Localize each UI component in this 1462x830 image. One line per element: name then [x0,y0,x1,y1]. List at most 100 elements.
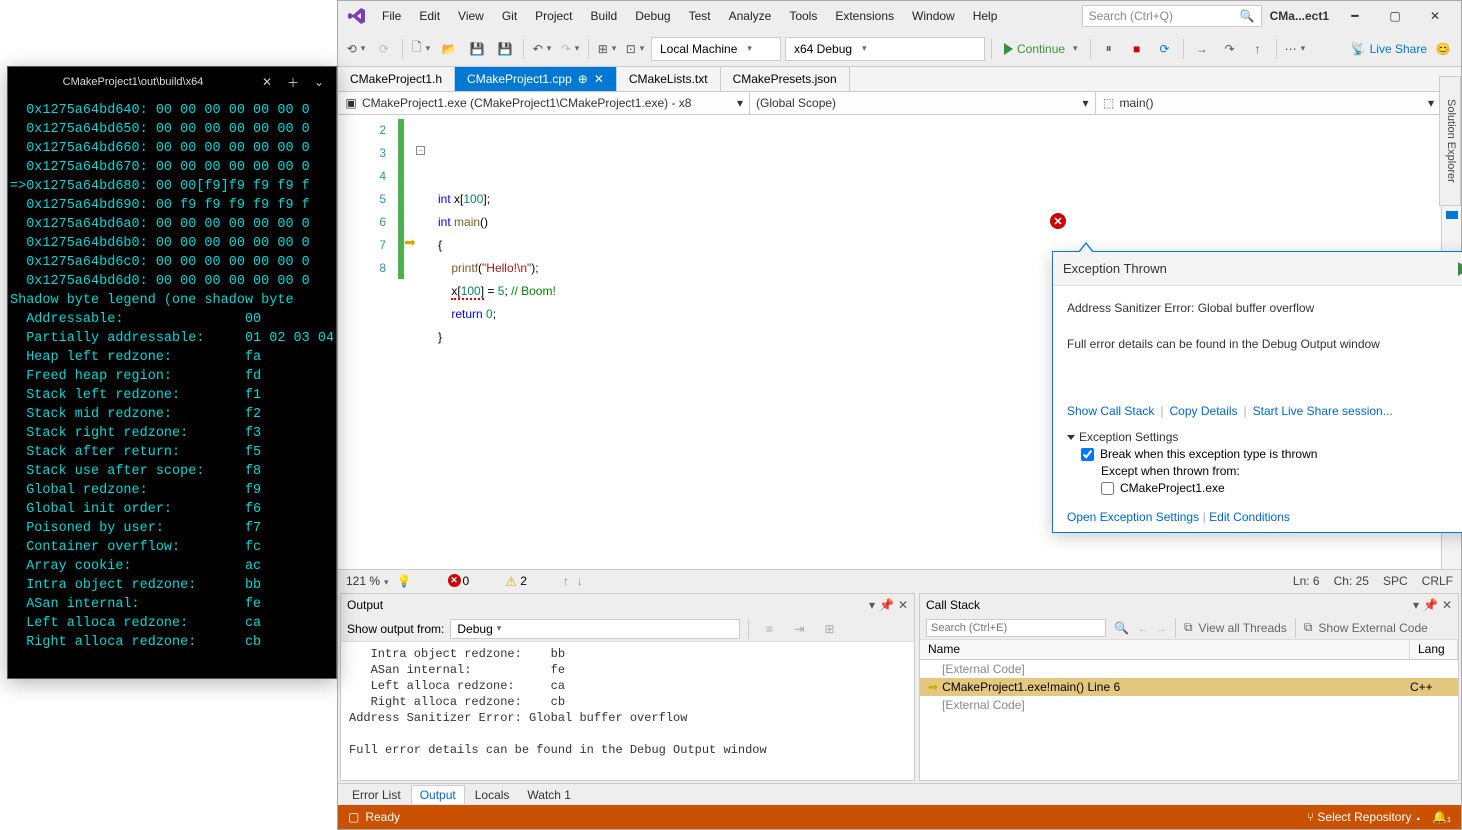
panel-close-icon[interactable]: ✕ [898,598,908,612]
process-combo[interactable]: ⋯ [1283,37,1308,61]
menu-edit[interactable]: Edit [411,6,448,26]
menu-tools[interactable]: Tools [781,6,825,26]
nav-member-combo[interactable]: ⬚ main()▾ [1096,92,1442,114]
nav-scope-combo[interactable]: (Global Scope)▾ [750,92,1096,114]
new-item-button[interactable]: 🗋 [409,37,433,61]
callstack-row[interactable]: [External Code] [920,660,1458,678]
step-out-button[interactable]: ↑ [1246,37,1270,61]
menu-debug[interactable]: Debug [627,6,678,26]
output-text[interactable]: Intra object redzone: bb ASan internal: … [341,642,914,780]
doc-tab[interactable]: CMakeProject1.cpp ⊕ ✕ [455,67,617,91]
save-button[interactable]: 💾 [465,37,489,61]
show-external-button[interactable]: Show External Code [1318,621,1427,635]
zoom-combo[interactable]: 121 % [346,574,389,588]
exception-settings-header[interactable]: Exception Settings [1067,430,1462,444]
collapse-icon[interactable]: − [416,146,425,155]
output-wrap-icon[interactable]: ⇥ [787,617,811,641]
menu-analyze[interactable]: Analyze [721,6,780,26]
launch-targets-button[interactable]: ⊞ [595,37,619,61]
menu-git[interactable]: Git [494,6,525,26]
callstack-row[interactable]: [External Code] [920,696,1458,714]
undo-button[interactable]: ↶ [530,37,554,61]
edit-conditions-link[interactable]: Edit Conditions [1209,510,1290,524]
copy-details-link[interactable]: Copy Details [1170,404,1238,418]
menu-project[interactable]: Project [527,6,580,26]
pin-icon[interactable]: 📌 [879,598,894,612]
close-button[interactable]: ✕ [1417,5,1453,27]
forward-button[interactable]: ⟳ [372,37,396,61]
pin-icon[interactable]: 📌 [1423,598,1438,612]
col-name[interactable]: Name [920,640,1410,659]
break-checkbox[interactable] [1081,448,1094,461]
doc-tab[interactable]: CMakeLists.txt [617,67,721,91]
prev-issue-icon[interactable]: ↑ [563,574,569,588]
col-indicator[interactable]: Ch: 25 [1334,574,1369,588]
menu-help[interactable]: Help [965,6,1006,26]
view-threads-button[interactable]: View all Threads [1199,621,1287,635]
target-combo[interactable]: Local Machine [651,37,781,61]
tab-close-icon[interactable]: ✕ [594,72,604,86]
next-issue-icon[interactable]: ↓ [577,574,583,588]
redo-button[interactable]: ↷ [558,37,582,61]
open-button[interactable]: 📂 [437,37,461,61]
pin-icon[interactable]: ⊕ [578,72,588,86]
pause-button[interactable]: ⏸ [1097,37,1121,61]
terminal-chevron-down-icon[interactable]: ⌄ [310,73,328,91]
continue-button[interactable]: Continue [998,42,1084,56]
output-clear-icon[interactable]: ≡ [757,617,781,641]
tool-tab-output[interactable]: Output [411,785,465,804]
terminal-titlebar[interactable]: CMakeProject1\out\build\x64 ✕ ＋ ⌄ [8,67,336,97]
terminal-tab-close-icon[interactable]: ✕ [258,73,276,91]
stop-button[interactable]: ■ [1125,37,1149,61]
except-item-checkbox[interactable] [1101,482,1114,495]
solution-name[interactable]: CMa...ect1 [1270,9,1329,23]
nav-project-combo[interactable]: ▣ CMakeProject1.exe (CMakeProject1\CMake… [338,92,750,114]
startup-item-button[interactable]: ⊡ [623,37,647,61]
show-call-stack-link[interactable]: Show Call Stack [1067,404,1154,418]
menu-extensions[interactable]: Extensions [827,6,902,26]
output-toggle-icon[interactable]: ⊞ [817,617,841,641]
tool-tab-watch-1[interactable]: Watch 1 [519,786,579,804]
terminal-tab-title[interactable]: CMakeProject1\out\build\x64 [16,76,250,88]
col-lang[interactable]: Lang [1410,640,1458,659]
eol-indicator[interactable]: CRLF [1422,574,1453,588]
panel-close-icon[interactable]: ✕ [1442,598,1452,612]
menu-view[interactable]: View [450,6,492,26]
callstack-row[interactable]: ➡CMakeProject1.exe!main() Line 6C++ [920,678,1458,696]
step-over-button[interactable]: ↷ [1218,37,1242,61]
select-repository-button[interactable]: ⑂ Select Repository ▴ [1307,810,1422,824]
restart-button[interactable]: ⟳ [1153,37,1177,61]
menu-test[interactable]: Test [681,6,719,26]
live-share-button[interactable]: 📡 Live Share [1351,42,1427,56]
step-into-button[interactable]: → [1190,37,1214,61]
doc-tab[interactable]: CMakePresets.json [721,67,850,91]
solution-explorer-tab[interactable]: Solution Explorer [1439,76,1461,206]
nav-back-icon[interactable]: ← [1137,621,1149,635]
notifications-icon[interactable]: 🔔₁ [1432,810,1451,824]
tool-tab-error-list[interactable]: Error List [344,786,409,804]
minimize-button[interactable]: ━ [1337,5,1373,27]
live-share-link[interactable]: Start Live Share session... [1253,404,1393,418]
health-icon[interactable]: 💡 [397,574,412,588]
indent-indicator[interactable]: SPC [1383,574,1408,588]
open-exception-settings-link[interactable]: Open Exception Settings [1067,510,1199,524]
line-indicator[interactable]: Ln: 6 [1293,574,1320,588]
menu-window[interactable]: Window [904,6,963,26]
tool-tab-locals[interactable]: Locals [467,786,518,804]
search-icon[interactable]: 🔍 [1114,621,1129,635]
doc-tab[interactable]: CMakeProject1.h [338,67,455,91]
menu-file[interactable]: File [374,6,409,26]
global-search-input[interactable]: Search (Ctrl+Q) 🔍 [1082,5,1262,27]
feedback-icon[interactable]: 😊 [1431,37,1455,61]
dropdown-icon[interactable]: ▾ [1413,598,1419,612]
config-combo[interactable]: x64 Debug [785,37,985,61]
output-source-combo[interactable]: Debug [450,619,740,639]
menu-build[interactable]: Build [583,6,626,26]
save-all-button[interactable]: 💾 [493,37,517,61]
exception-continue-icon[interactable] [1458,262,1462,276]
error-glyph-icon[interactable]: ✕ [1050,213,1066,229]
back-button[interactable]: ⟲ [344,37,368,61]
nav-fwd-icon[interactable]: → [1155,621,1167,635]
dropdown-icon[interactable]: ▾ [869,598,875,612]
maximize-button[interactable]: ▢ [1377,5,1413,27]
